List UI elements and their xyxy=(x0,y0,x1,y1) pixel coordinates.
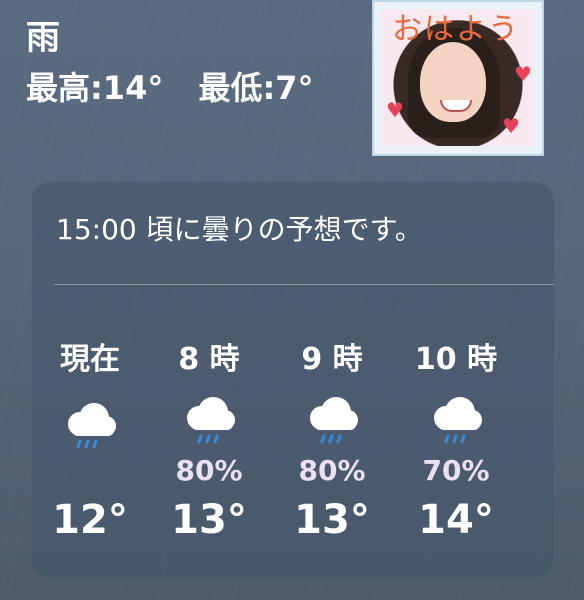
hour-item-8: 8 時 80% 13° xyxy=(159,342,259,544)
hour-temperature: 14° xyxy=(418,497,494,543)
current-condition: 雨 xyxy=(26,18,60,58)
hour-item-10: 10 時 70% 14° xyxy=(406,342,506,544)
forecast-summary: 15:00 頃に曇りの予想です。 xyxy=(56,213,423,246)
hour-temperature: 13° xyxy=(294,497,370,543)
rain-cloud-icon xyxy=(310,397,358,444)
card-divider xyxy=(54,284,554,285)
hour-item-now: 現在 12° xyxy=(40,342,140,544)
hour-temperature: 13° xyxy=(171,497,247,543)
rain-cloud-icon xyxy=(548,394,554,454)
precipitation-chance: 70% xyxy=(422,454,490,487)
rain-cloud-icon xyxy=(68,403,116,449)
hour-label: 8 時 xyxy=(178,342,240,377)
hour-label: 9 時 xyxy=(301,342,363,377)
heart-icon: ♥ xyxy=(502,114,520,138)
sticker-text: おはよう xyxy=(392,12,520,47)
heart-icon: ♥ xyxy=(514,62,532,86)
rain-cloud-icon xyxy=(434,397,482,444)
hour-label: 現在 xyxy=(60,342,120,377)
rain-cloud-icon xyxy=(187,397,235,444)
low-temperature: 最低:7° xyxy=(198,69,314,107)
hour-label: 10 時 xyxy=(414,342,498,377)
hour-item-partial: 1 7 1 xyxy=(530,342,554,544)
hour-temperature: 1 xyxy=(530,496,554,544)
precipitation-chance: 7 xyxy=(530,454,554,488)
high-low-temperatures: 最高:14° 最低:7° xyxy=(26,68,314,108)
precipitation-chance xyxy=(40,454,140,488)
weather-header: 雨 最高:14° 最低:7° xyxy=(26,18,314,108)
precipitation-chance: 80% xyxy=(298,454,366,487)
precipitation-chance: 80% xyxy=(175,454,243,487)
heart-icon: ♥ xyxy=(386,98,404,122)
hour-item-9: 9 時 80% 13° xyxy=(282,342,382,544)
hour-label: 1 xyxy=(530,342,554,378)
hour-temperature: 12° xyxy=(52,497,128,543)
hourly-forecast-card: 15:00 頃に曇りの予想です。 現在 12° 8 時 80% 13° 9 時 … xyxy=(32,182,554,578)
sticker-photo: おはよう ♥ ♥ ♥ xyxy=(372,0,544,156)
high-temperature: 最高:14° xyxy=(26,69,164,107)
